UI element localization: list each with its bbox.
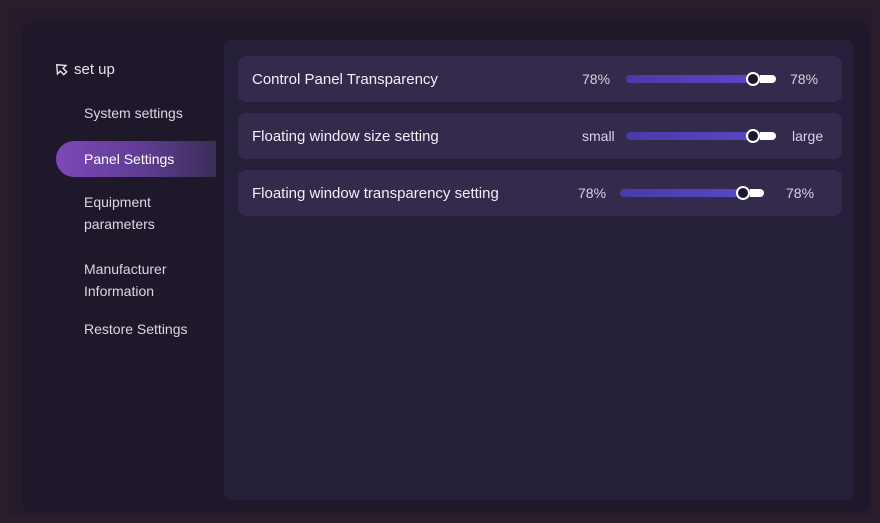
- sidebar-item-system-settings[interactable]: System settings: [84, 102, 183, 124]
- sidebar-item-equipment-parameters[interactable]: Equipment parameters: [84, 191, 204, 235]
- sidebar-item-label: Restore Settings: [84, 321, 188, 337]
- slider-max-label: 78%: [786, 185, 815, 201]
- sidebar-item-panel-settings[interactable]: Panel Settings: [56, 141, 216, 177]
- slider-thumb-tail: [750, 189, 764, 197]
- sidebar-title-text: set up: [74, 60, 115, 78]
- setting-label: Floating window transparency setting: [252, 184, 499, 202]
- sidebar-item-label: System settings: [84, 105, 183, 121]
- sidebar-item-label: Equipment parameters: [84, 194, 155, 232]
- back-arrow-icon[interactable]: [54, 62, 68, 76]
- sidebar-item-label: Manufacturer Information: [84, 261, 167, 299]
- slider-thumb[interactable]: [746, 129, 760, 143]
- slider-thumb-tail: [760, 75, 776, 83]
- slider-min-label: 78%: [578, 185, 607, 201]
- slider-track[interactable]: [620, 189, 754, 197]
- sidebar-title[interactable]: set up: [54, 58, 115, 80]
- setting-label: Control Panel Transparency: [252, 70, 438, 88]
- setting-row-floating-window-size: Floating window size setting small large: [238, 113, 842, 159]
- slider-max-label: 78%: [790, 71, 819, 87]
- main-panel: [224, 40, 854, 500]
- slider-thumb-tail: [760, 132, 776, 140]
- slider-thumb[interactable]: [746, 72, 760, 86]
- setting-label: Floating window size setting: [252, 127, 439, 145]
- setting-row-control-panel-transparency: Control Panel Transparency 78% 78%: [238, 56, 842, 102]
- slider-max-label: large: [792, 128, 824, 144]
- sidebar-item-restore-settings[interactable]: Restore Settings: [84, 318, 188, 340]
- slider-thumb[interactable]: [736, 186, 750, 200]
- slider-min-label: small: [582, 128, 615, 144]
- slider-track[interactable]: [626, 75, 766, 83]
- sidebar-item-label: Panel Settings: [84, 151, 175, 167]
- slider-track[interactable]: [626, 132, 766, 140]
- slider-min-label: 78%: [582, 71, 611, 87]
- sidebar-item-manufacturer-information[interactable]: Manufacturer Information: [84, 258, 214, 302]
- setting-row-floating-window-transparency: Floating window transparency setting 78%…: [238, 170, 842, 216]
